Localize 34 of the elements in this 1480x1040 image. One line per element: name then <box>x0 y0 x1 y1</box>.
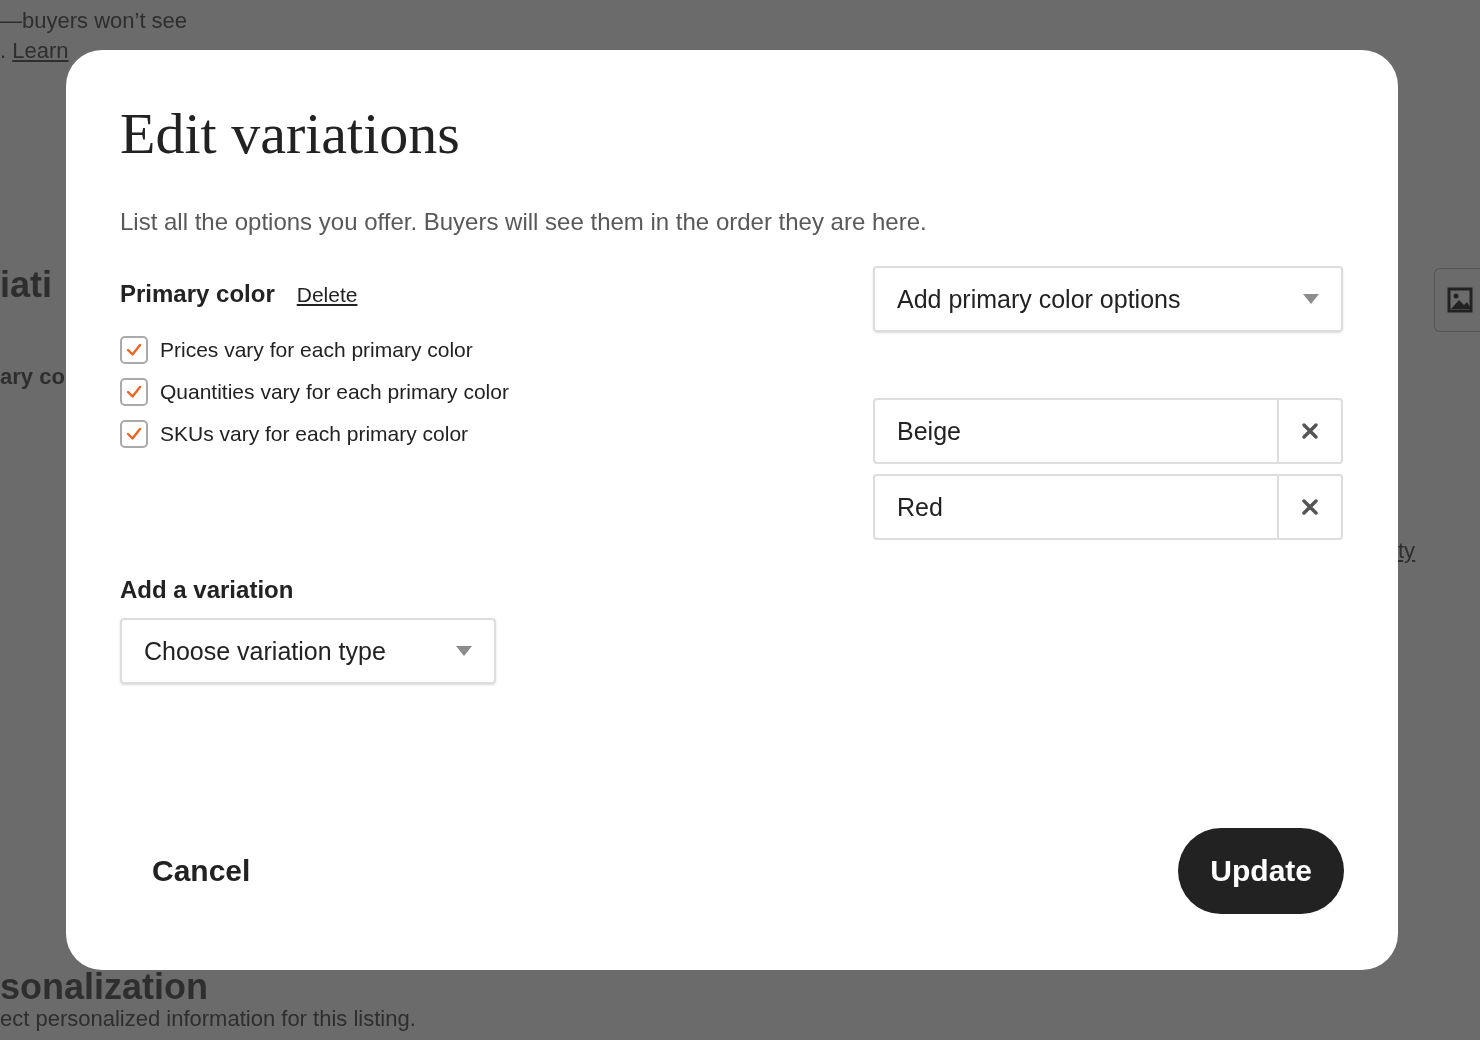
checkbox-label: SKUs vary for each primary color <box>160 422 469 446</box>
variation-name: Primary color <box>120 280 275 308</box>
check-icon <box>125 383 143 401</box>
dialog-description: List all the options you offer. Buyers will see them in the order they are here. <box>120 207 928 237</box>
checkbox[interactable] <box>120 420 148 448</box>
close-icon <box>1301 422 1319 440</box>
background-text: sonalization <box>0 966 209 1007</box>
variation-type-select[interactable]: Choose variation type <box>120 618 496 684</box>
checkbox[interactable] <box>120 378 148 406</box>
remove-button[interactable] <box>1277 398 1343 464</box>
checkbox-label: Quantities vary for each primary color <box>160 380 509 404</box>
cancel-button[interactable]: Cancel <box>120 838 283 904</box>
update-button[interactable]: Update <box>1178 828 1344 914</box>
add-variation-label: Add a variation <box>120 576 294 604</box>
close-icon <box>1301 498 1319 516</box>
background-text: . <box>0 38 8 63</box>
checkbox-label: Prices vary for each primary color <box>160 338 473 362</box>
delete-link[interactable]: Delete <box>296 283 358 307</box>
background-text: ect personalized information for this listing. <box>0 1006 416 1031</box>
background-text: ary co <box>0 364 65 389</box>
image-button[interactable] <box>1434 268 1480 332</box>
caret-icon <box>456 646 472 656</box>
options-select[interactable]: Add primary color options <box>873 266 1343 332</box>
caret-icon <box>1303 294 1319 304</box>
check-icon <box>125 341 143 359</box>
check-icon <box>125 425 143 443</box>
remove-button[interactable] <box>1277 474 1343 540</box>
dialog-title: Edit variations <box>120 100 461 168</box>
checkbox[interactable] <box>120 336 148 364</box>
option-field[interactable]: Red <box>873 474 1277 540</box>
background-text: —buyers won’t see <box>0 8 188 33</box>
image-icon <box>1447 287 1473 313</box>
background-text: iati <box>0 264 52 305</box>
option-field[interactable]: Beige <box>873 398 1277 464</box>
